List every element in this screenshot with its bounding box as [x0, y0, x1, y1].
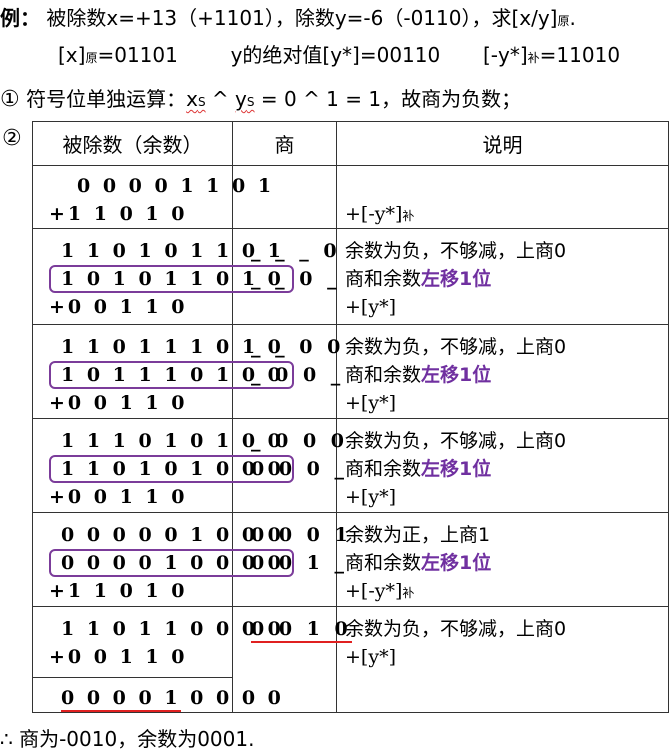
problem-text: 被除数x=+13（+1101），除数y=-6（-0110），求[x/y]	[46, 6, 558, 30]
header-dividend: 被除数（余数）	[32, 121, 233, 166]
xs-symbol: xS	[186, 87, 206, 111]
table-row: 1 1 0 1 0 1 1 0 1 1 0 1 0 1 1 0 1 0 +0 0…	[32, 228, 669, 325]
x-orig: [x]	[58, 43, 86, 67]
remainder-value: 1 1 0 1 0 1 1 0 1	[61, 240, 284, 262]
note-add: +[y*]	[345, 486, 396, 508]
note-text: 余数为负，不够减，上商0	[345, 336, 567, 358]
step2-marker: ②	[2, 126, 22, 151]
note-text: 余数为负，不够减，上商0	[345, 240, 567, 262]
add-value: +1 1 0 1 0	[49, 203, 188, 225]
note-text: 余数为正，上商1	[345, 524, 491, 546]
add-value: +1 1 0 1 0	[49, 580, 188, 602]
problem-end: .	[569, 6, 576, 30]
step1-result: = 0 ^ 1 = 1，故商为负数；	[254, 87, 522, 111]
add-value: +0 0 1 1 0	[49, 646, 188, 668]
remainder-value: 1 1 0 1 1 1 0 1 0	[61, 336, 284, 358]
x-orig-val: =01101	[97, 43, 178, 67]
neg-y-sub: 补	[527, 51, 540, 65]
ys-symbol: yS	[235, 87, 255, 111]
neg-y: [-y*]	[482, 43, 528, 67]
xor-op: ^	[205, 87, 236, 111]
remainder-rest: 0 0 0 0	[180, 687, 284, 709]
shift-label: 左移1位	[421, 552, 492, 574]
add-value: +0 0 1 1 0	[49, 486, 188, 508]
problem-line: 例： 被除数x=+13（+1101），除数y=-6（-0110），求[x/y]原…	[0, 5, 576, 34]
remainder-value: 0 0 0 0 0 1 0 0 0	[61, 524, 284, 546]
note-add: +[y*]	[345, 392, 396, 414]
note-text: 余数为负，不够减，上商0	[345, 618, 567, 640]
add-value: +0 0 1 1 0	[49, 392, 188, 414]
step1-text: 符号位单独运算：	[26, 87, 187, 111]
table-header: 被除数（余数） 商 说明	[32, 121, 669, 166]
example-label: 例：	[0, 6, 40, 30]
step1-line: ① 符号位单独运算：xS ^ yS = 0 ^ 1 = 1，故商为负数；	[0, 86, 521, 115]
note-sub: 补	[402, 586, 415, 600]
problem-sub: 原	[557, 14, 570, 28]
remainder-value: 1 1 0 1 1 0 0 0 0	[61, 618, 284, 640]
given-line: [x]原=01101 y的绝对值[y*]=00110 [-y*]补=11010	[58, 42, 620, 71]
table-row: 1 1 1 0 1 0 1 0 0 1 1 0 1 0 1 0 0 0 +0 0…	[32, 418, 669, 513]
note-add: +[-y*]	[345, 580, 403, 602]
dividend-value: 0 0 0 0 1 1 0 1	[77, 175, 275, 197]
step1-marker: ①	[0, 87, 20, 112]
note-text: +[-y*]	[345, 203, 403, 225]
shift-label: 左移1位	[421, 364, 492, 386]
note-add: +[y*]	[345, 646, 396, 668]
remainder-value: 1 1 1 0 1 0 1 0 0	[61, 430, 284, 452]
header-note: 说明	[336, 121, 669, 166]
table-row: 1 1 0 1 1 1 0 1 0 1 0 1 1 1 0 1 0 0 +0 0…	[32, 324, 669, 419]
y-abs: y的绝对值[y*]=00110	[230, 43, 441, 67]
add-value: +0 0 1 1 0	[49, 296, 188, 318]
x-orig-sub: 原	[85, 51, 98, 65]
conclusion: ∴ 商为-0010，余数为0001.	[0, 727, 255, 751]
table-row: 0 0 0 0 0 1 0 0 0 0 0 0 0 1 0 0 0 0 +1 1…	[32, 512, 669, 607]
remainder-result: 0 0 0 0 1	[61, 687, 181, 712]
quotient-result: 0 0 1 0	[251, 618, 352, 643]
note-add: +[y*]	[345, 296, 396, 318]
note-text: 余数为负，不够减，上商0	[345, 430, 567, 452]
note-sub: 补	[402, 209, 415, 223]
header-quotient: 商	[232, 121, 337, 166]
division-table: 被除数（余数） 商 说明 0 0 0 0 1 1 0 1 +1 1 0 1 0 …	[32, 121, 669, 713]
table-row: 1 1 0 1 1 0 0 0 0 +0 0 1 1 0 0 0 0 0 1 0…	[32, 606, 669, 713]
table-row: 0 0 0 0 1 1 0 1 +1 1 0 1 0 +[-y*]补	[32, 165, 669, 229]
shift-label: 左移1位	[421, 458, 492, 480]
neg-y-val: =11010	[539, 43, 621, 67]
shift-label: 左移1位	[421, 268, 492, 290]
